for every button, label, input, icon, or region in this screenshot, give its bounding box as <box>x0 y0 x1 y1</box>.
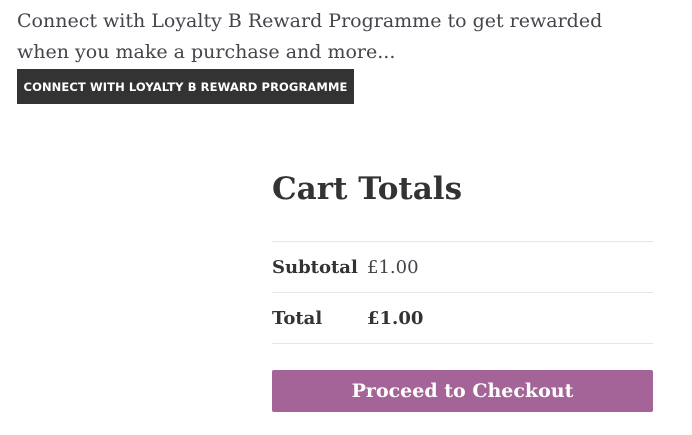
subtotal-row: Subtotal £1.00 <box>272 241 653 293</box>
cart-totals-title: Cart Totals <box>272 171 463 207</box>
subtotal-label: Subtotal <box>272 256 358 278</box>
total-value: £1.00 <box>367 307 424 329</box>
totals-table: Subtotal £1.00 Total £1.00 <box>272 241 653 344</box>
total-label: Total <box>272 307 323 329</box>
loyalty-message: Connect with Loyalty B Reward Programme … <box>17 10 603 63</box>
cart-totals-section: Cart Totals Subtotal £1.00 Total £1.00 P… <box>272 166 653 412</box>
connect-loyalty-button[interactable]: CONNECT WITH LOYALTY B REWARD PROGRAMME <box>17 69 354 104</box>
proceed-to-checkout-button[interactable]: Proceed to Checkout <box>272 370 653 412</box>
total-row: Total £1.00 <box>272 292 653 344</box>
subtotal-value: £1.00 <box>367 256 419 278</box>
